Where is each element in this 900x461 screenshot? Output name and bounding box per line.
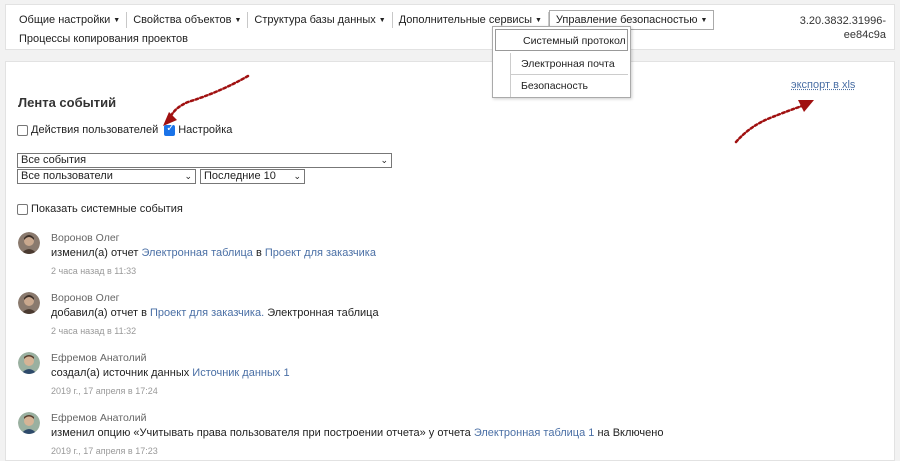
version-line: ee84c9a	[843, 29, 886, 41]
feed-item-author: Ефремов Анатолий	[51, 412, 147, 424]
user-actions-label: Действия пользователей	[31, 124, 159, 136]
version-info: 3.20.3832.31996- ee84c9a	[786, 14, 886, 42]
security-dropdown-menu: Системный протокол Электронная почта Без…	[492, 26, 631, 98]
feed-item-text: изменил опцию «Учитывать права пользоват…	[51, 425, 663, 441]
feed-text: изменил(а) отчет	[51, 247, 142, 259]
show-system-events-row: Показать системные события	[17, 203, 183, 215]
page-title: Лента событий	[18, 95, 117, 110]
menu-label: Свойства объектов	[133, 14, 232, 26]
users-select-value: Все пользователи	[21, 170, 113, 182]
show-system-events-checkbox[interactable]	[17, 203, 28, 215]
avatar	[18, 352, 40, 374]
avatar	[18, 292, 40, 314]
caret-down-icon: ▼	[234, 16, 242, 24]
caret-down-icon: ▼	[534, 16, 542, 24]
feed-item-time: 2019 г., 17 апреля в 17:23	[51, 446, 158, 456]
feed-text: создал(а) источник данных	[51, 367, 193, 379]
feed-text: в	[252, 247, 265, 259]
menu-label: Дополнительные сервисы	[398, 14, 532, 26]
dropdown-item-email[interactable]: Электронная почта	[510, 53, 628, 75]
export-xls-link[interactable]: экспорт в xls	[791, 79, 855, 91]
avatar	[18, 412, 40, 434]
feed-link[interactable]: Электронная таблица	[142, 247, 253, 259]
top-menu-bar: Общие настройки ▼ Свойства объектов ▼ Стру…	[5, 4, 895, 50]
dropdown-item-system-log[interactable]: Системный протокол	[495, 29, 628, 51]
feed-item-time: 2019 г., 17 апреля в 17:24	[51, 386, 158, 396]
menu-label: Управление безопасностью	[555, 14, 698, 26]
feed-text: добавил(а) отчет в	[51, 307, 150, 319]
menu-label: Общие настройки	[19, 14, 111, 26]
version-line: 3.20.3832.31996-	[799, 15, 886, 27]
settings-label: Настройка	[178, 124, 233, 136]
users-select[interactable]: Все пользователи ⌄	[17, 169, 196, 184]
user-actions-checkbox[interactable]	[17, 124, 28, 136]
menu-label: Структура базы данных	[254, 14, 376, 26]
dropdown-item-security[interactable]: Безопасность	[510, 75, 628, 97]
avatar	[18, 232, 40, 254]
feed-item-author: Воронов Олег	[51, 232, 120, 244]
feed-link[interactable]: Проект для заказчика	[265, 247, 376, 259]
feed-item-time: 2 часа назад в 11:32	[51, 326, 137, 336]
feed-item-time: 2 часа назад в 11:33	[51, 266, 137, 276]
filter-checkboxes: Действия пользователей Настройка	[17, 123, 233, 136]
feed-text: изменил опцию «Учитывать права пользоват…	[51, 427, 474, 439]
chevron-down-icon: ⌄	[184, 171, 192, 181]
last-count-select-value: Последние 10	[204, 170, 276, 182]
feed-link[interactable]: Проект для заказчика.	[150, 307, 264, 319]
caret-down-icon: ▼	[700, 16, 708, 24]
menu-project-copy-processes[interactable]: Процессы копирования проектов	[19, 33, 188, 45]
show-system-events-label: Показать системные события	[31, 203, 183, 215]
menu-object-properties[interactable]: Свойства объектов ▼	[127, 10, 247, 30]
feed-item-author: Воронов Олег	[51, 292, 120, 304]
menu-database-structure[interactable]: Структура базы данных ▼	[248, 10, 391, 30]
chevron-down-icon: ⌄	[380, 155, 388, 165]
feed-item-text: создал(а) источник данных Источник данны…	[51, 365, 290, 381]
feed-link[interactable]: Электронная таблица 1	[474, 427, 595, 439]
events-select[interactable]: Все события ⌄	[17, 153, 392, 168]
events-select-value: Все события	[21, 154, 87, 166]
feed-item-author: Ефремов Анатолий	[51, 352, 147, 364]
feed-item-text: изменил(а) отчет Электронная таблица в П…	[51, 245, 376, 261]
feed-text: Электронная таблица	[264, 307, 379, 319]
caret-down-icon: ▼	[378, 16, 386, 24]
feed-text: на Включено	[594, 427, 664, 439]
event-feed-panel: Лента событий экспорт в xls Действия пол…	[5, 61, 895, 461]
chevron-down-icon: ⌄	[293, 171, 301, 181]
feed-link[interactable]: Источник данных 1	[192, 367, 289, 379]
feed-item-text: добавил(а) отчет в Проект для заказчика.…	[51, 305, 379, 321]
settings-checkbox[interactable]	[164, 123, 176, 136]
last-count-select[interactable]: Последние 10 ⌄	[200, 169, 305, 184]
menu-general-settings[interactable]: Общие настройки ▼	[13, 10, 126, 30]
caret-down-icon: ▼	[113, 16, 121, 24]
